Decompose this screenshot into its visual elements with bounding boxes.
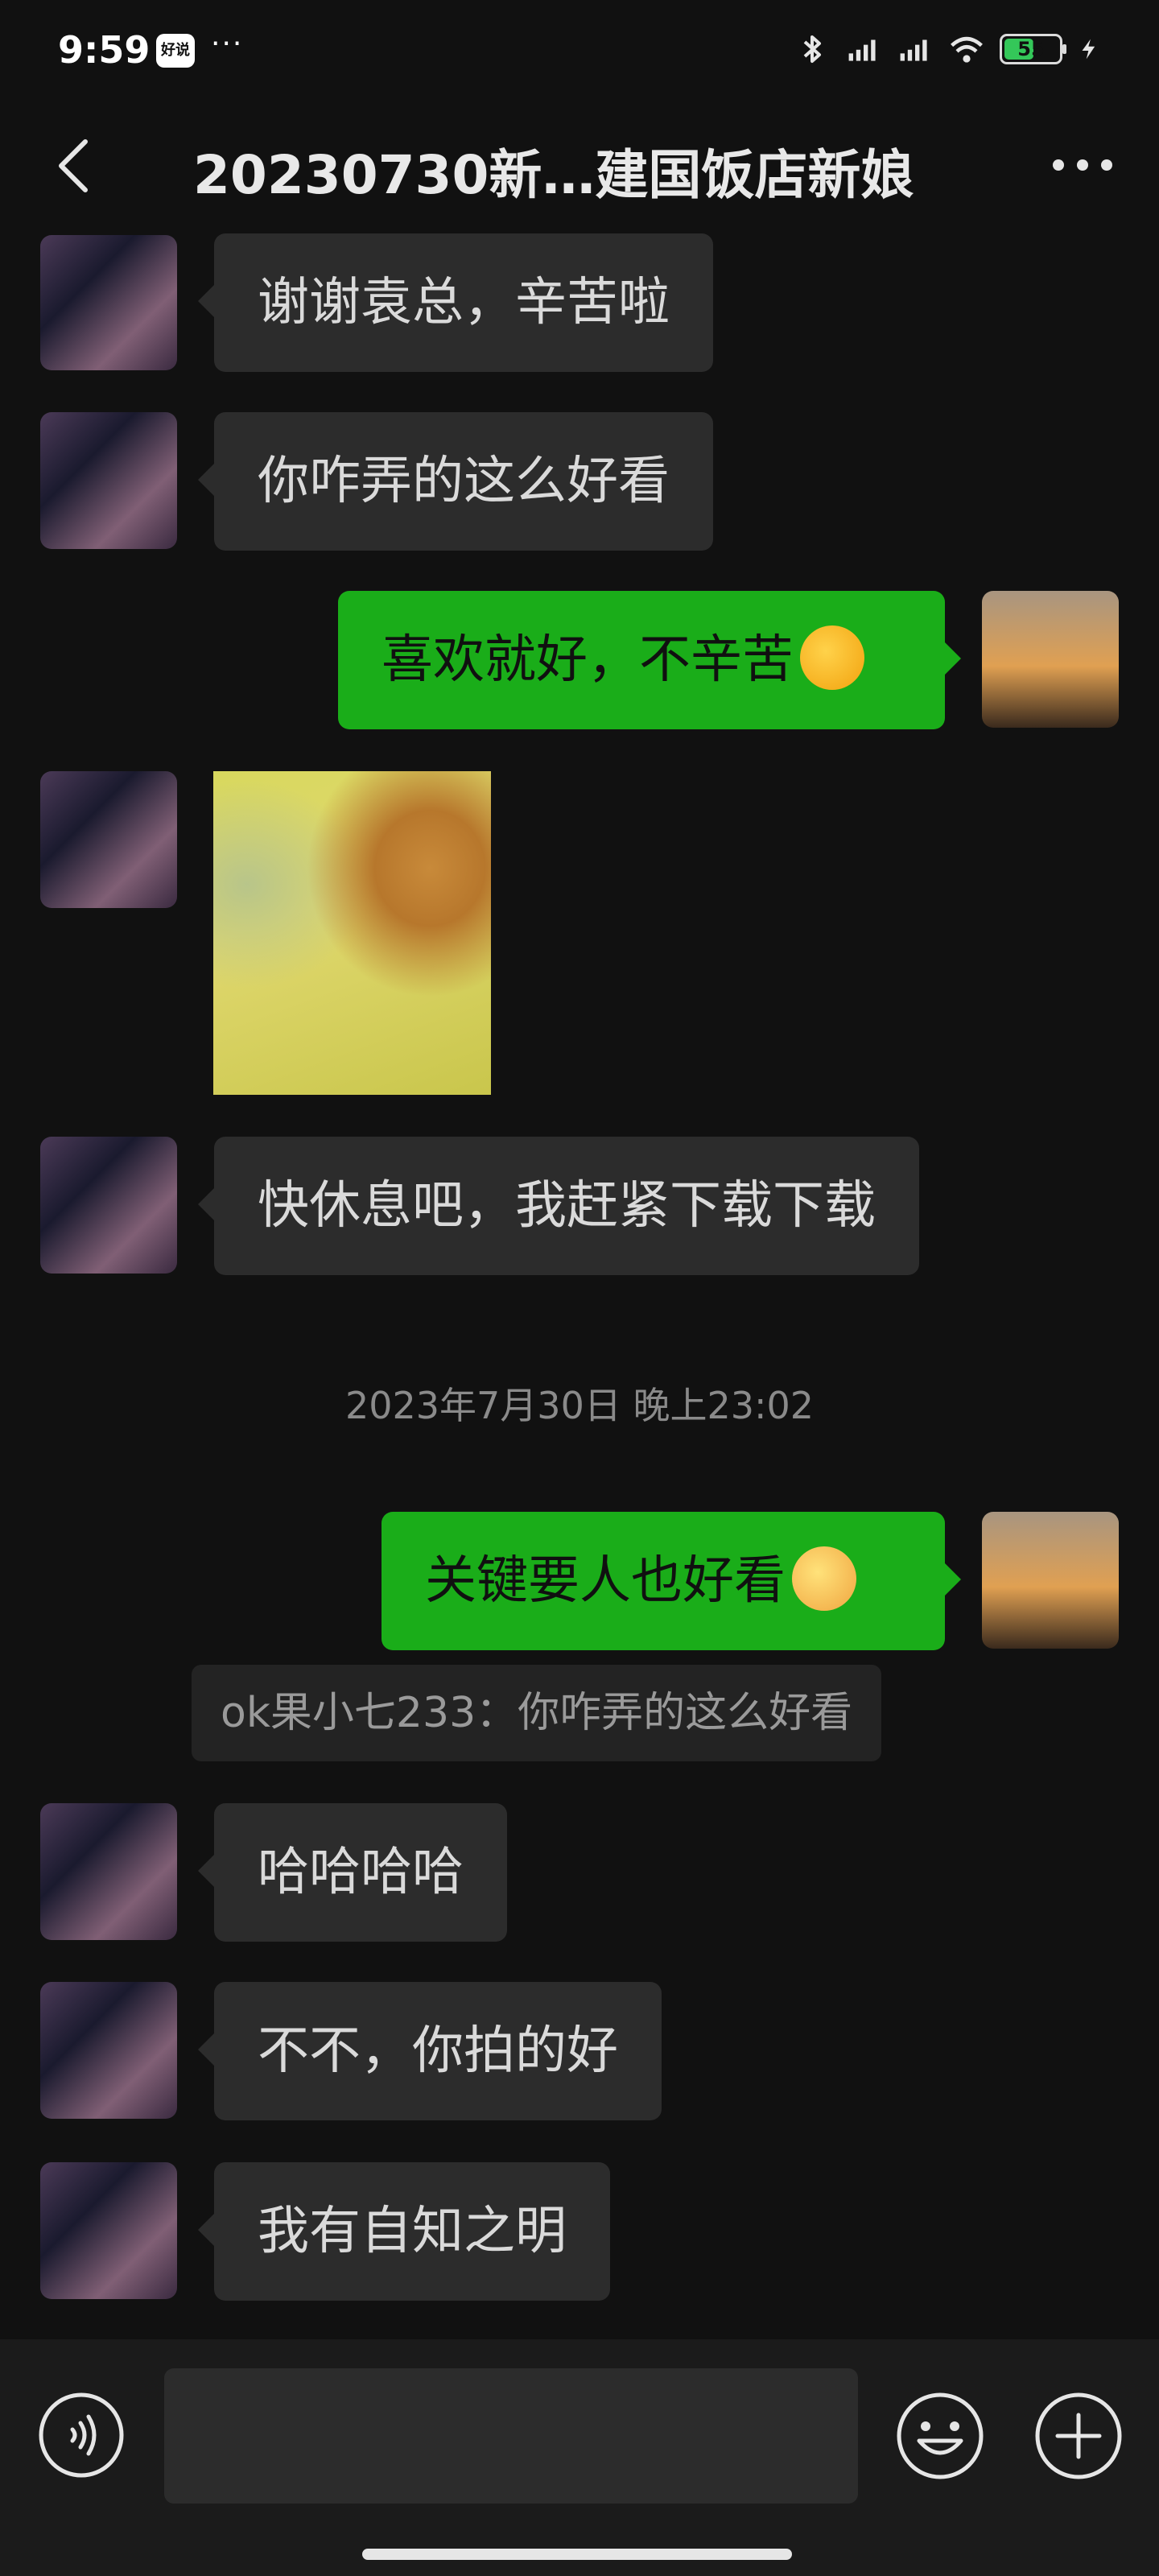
cat-face-emoji: [792, 1546, 856, 1612]
my-avatar[interactable]: [982, 1512, 1119, 1649]
contact-avatar[interactable]: [40, 1803, 177, 1940]
message-bubble[interactable]: 我有自知之明: [198, 2162, 610, 2301]
home-indicator[interactable]: [362, 2549, 792, 2560]
plus-icon[interactable]: [1033, 2391, 1124, 2481]
emoji-smile-icon[interactable]: [895, 2391, 985, 2481]
more-options-icon[interactable]: [1046, 145, 1119, 185]
my-message-bubble[interactable]: 关键要人也好看: [382, 1512, 961, 1650]
message-timestamp: 2023年7月30日 晚上23:02: [344, 1384, 815, 1427]
bluetooth-icon: [803, 35, 821, 63]
signal-hd-icon: [848, 39, 876, 61]
wifi-icon: [951, 36, 983, 63]
contact-avatar[interactable]: [40, 1137, 177, 1274]
charging-icon: [1082, 39, 1095, 60]
input-bar: [0, 2339, 1159, 2576]
battery-icon: 55: [1000, 34, 1066, 64]
message-bubble[interactable]: 不不，你拍的好: [198, 1982, 662, 2120]
message-bubble[interactable]: 哈哈哈哈: [198, 1803, 507, 1942]
cats-photo-message[interactable]: [213, 771, 491, 1095]
message-text: 喜欢就好，不辛苦: [382, 630, 794, 690]
message-bubble[interactable]: 谢谢袁总，辛苦啦: [198, 233, 713, 372]
my-message-bubble[interactable]: 喜欢就好，不辛苦: [338, 591, 961, 729]
chat-header: 20230730新…建国饭店新娘: [0, 105, 1159, 233]
signal-hd-icon-2: [900, 39, 927, 61]
quoted-message[interactable]: ok果小七233：你咋弄的这么好看: [192, 1665, 882, 1761]
contact-avatar[interactable]: [40, 2162, 177, 2299]
message-bubble[interactable]: 快休息吧，我赶紧下载下载: [198, 1137, 919, 1275]
message-input[interactable]: [164, 2368, 858, 2504]
battery-level-text: 55: [1017, 38, 1045, 60]
status-more-icon: ···: [211, 27, 244, 60]
message-bubble[interactable]: 你咋弄的这么好看: [198, 412, 713, 551]
contact-avatar[interactable]: [40, 1982, 177, 2119]
status-bar: 9:59 好说 ··· 55: [0, 0, 1159, 105]
voice-input-icon[interactable]: [37, 2391, 126, 2479]
status-icons: 55: [794, 31, 1101, 68]
back-chevron-icon[interactable]: [47, 137, 105, 195]
message-text: 关键要人也好看: [425, 1551, 786, 1611]
battery-cap: [1062, 44, 1066, 54]
my-avatar[interactable]: [982, 591, 1119, 728]
chat-title: 20230730新…建国饭店新娘: [193, 144, 914, 206]
contact-avatar[interactable]: [40, 235, 177, 370]
contact-avatar[interactable]: [40, 771, 177, 908]
app-notification-icon: 好说: [156, 34, 195, 68]
thinking-face-emoji: [800, 625, 864, 691]
contact-avatar[interactable]: [40, 412, 177, 549]
status-time: 9:59: [58, 28, 151, 72]
